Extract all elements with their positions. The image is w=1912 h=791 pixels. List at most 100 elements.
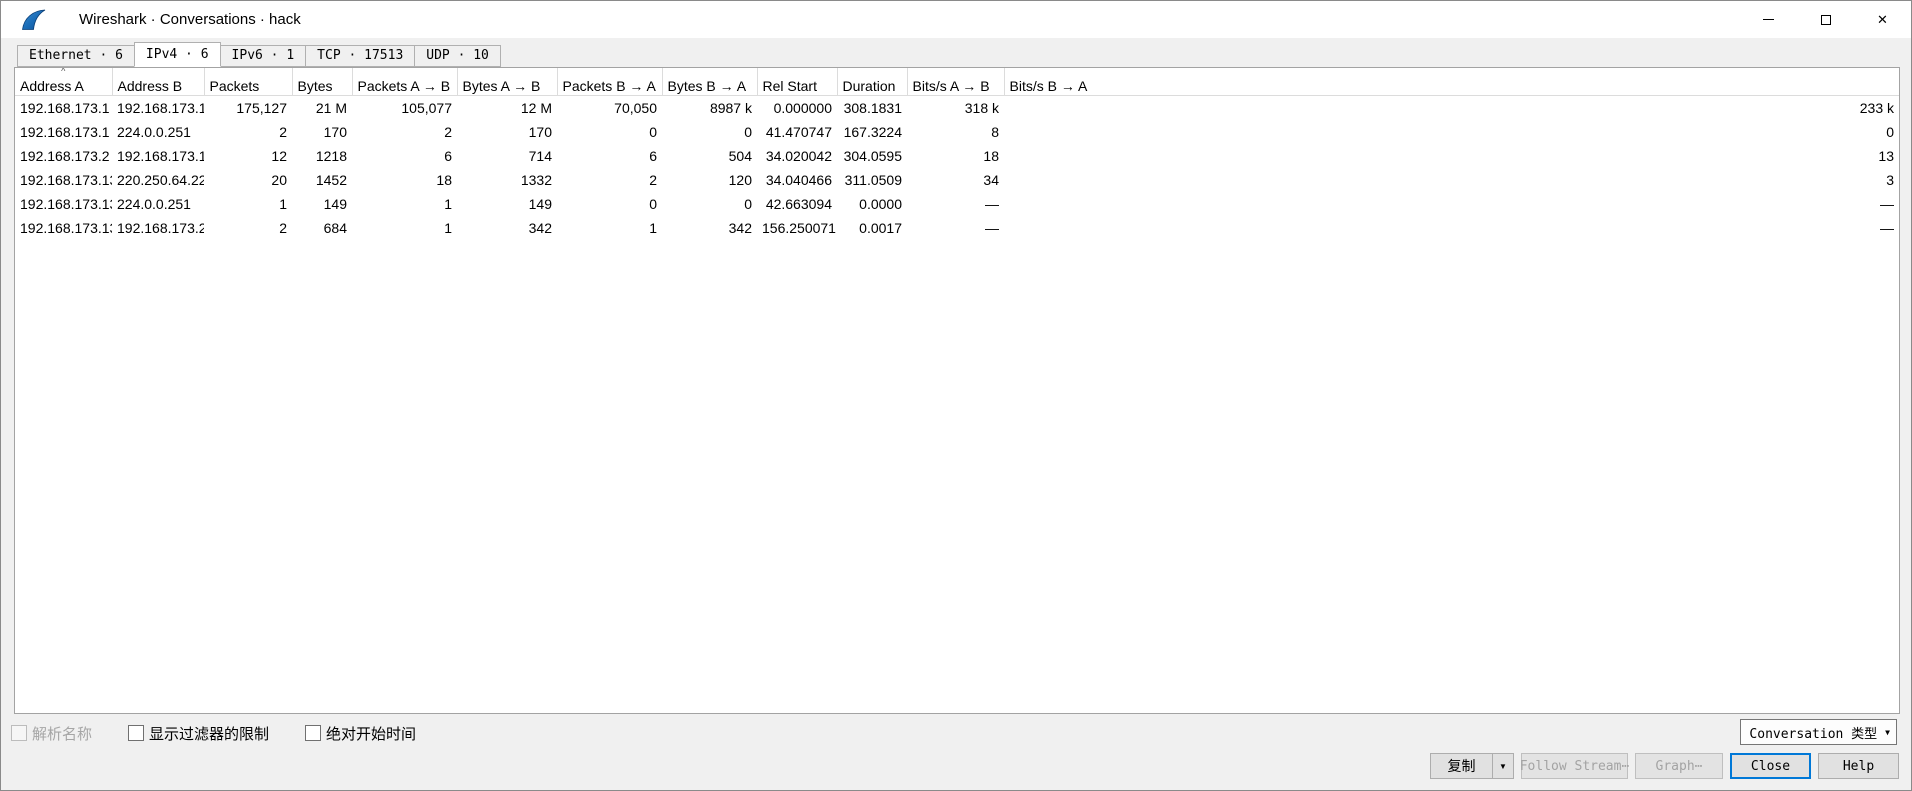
- cell-address_b[interactable]: 220.250.64.225: [112, 168, 204, 192]
- cell-bits_ba[interactable]: 3: [1004, 168, 1899, 192]
- cell-packets_ba[interactable]: 1: [557, 216, 662, 240]
- cell-packets[interactable]: 20: [204, 168, 292, 192]
- column-header-packets[interactable]: Packets: [204, 68, 292, 95]
- cell-address_b[interactable]: 192.168.173.134: [112, 95, 204, 120]
- cell-bytes_ba[interactable]: 0: [662, 120, 757, 144]
- cell-bits_ab[interactable]: 8: [907, 120, 1004, 144]
- cell-packets[interactable]: 1: [204, 192, 292, 216]
- cell-packets[interactable]: 12: [204, 144, 292, 168]
- cell-packets_ab[interactable]: 6: [352, 144, 457, 168]
- column-header-address_b[interactable]: Address B: [112, 68, 204, 95]
- graph-button[interactable]: Graph⋯: [1635, 753, 1723, 779]
- conversation-row[interactable]: 192.168.173.1192.168.173.134175,12721 M1…: [15, 95, 1899, 120]
- cell-packets_ba[interactable]: 2: [557, 168, 662, 192]
- cell-address_b[interactable]: 224.0.0.251: [112, 120, 204, 144]
- cell-address_a[interactable]: 192.168.173.134: [15, 168, 112, 192]
- conversation-row[interactable]: 192.168.173.2192.168.173.134121218671465…: [15, 144, 1899, 168]
- cell-packets_ab[interactable]: 105,077: [352, 95, 457, 120]
- conversation-row[interactable]: 192.168.173.134220.250.64.22520145218133…: [15, 168, 1899, 192]
- cell-bits_ab[interactable]: 18: [907, 144, 1004, 168]
- cell-address_b[interactable]: 224.0.0.251: [112, 192, 204, 216]
- cell-bits_ab[interactable]: —: [907, 192, 1004, 216]
- cell-address_a[interactable]: 192.168.173.134: [15, 216, 112, 240]
- cell-bytes_ab[interactable]: 342: [457, 216, 557, 240]
- cell-packets_ba[interactable]: 6: [557, 144, 662, 168]
- cell-packets[interactable]: 175,127: [204, 95, 292, 120]
- cell-packets_ba[interactable]: 0: [557, 192, 662, 216]
- help-button[interactable]: Help: [1818, 753, 1899, 779]
- cell-duration[interactable]: 311.0509: [837, 168, 907, 192]
- cell-bits_ab[interactable]: 318 k: [907, 95, 1004, 120]
- cell-bytes[interactable]: 1452: [292, 168, 352, 192]
- cell-bits_ba[interactable]: —: [1004, 192, 1899, 216]
- tab-ipv6[interactable]: IPv6 · 1: [220, 45, 307, 67]
- cell-bytes_ab[interactable]: 1332: [457, 168, 557, 192]
- cell-bytes_ba[interactable]: 342: [662, 216, 757, 240]
- conversation-row[interactable]: 192.168.173.134224.0.0.251114911490042.6…: [15, 192, 1899, 216]
- cell-rel_start[interactable]: 41.470747: [757, 120, 837, 144]
- cell-address_a[interactable]: 192.168.173.1: [15, 120, 112, 144]
- tab-udp[interactable]: UDP · 10: [414, 45, 501, 67]
- tab-ethernet[interactable]: Ethernet · 6: [17, 45, 135, 67]
- cell-bits_ba[interactable]: 0: [1004, 120, 1899, 144]
- close-window-button[interactable]: ✕: [1854, 1, 1911, 38]
- cell-duration[interactable]: 0.0000: [837, 192, 907, 216]
- cell-duration[interactable]: 0.0017: [837, 216, 907, 240]
- cell-address_a[interactable]: 192.168.173.1: [15, 95, 112, 120]
- conversation-row[interactable]: 192.168.173.1224.0.0.251217021700041.470…: [15, 120, 1899, 144]
- cell-bytes_ab[interactable]: 149: [457, 192, 557, 216]
- cell-packets[interactable]: 2: [204, 216, 292, 240]
- cell-bytes_ba[interactable]: 8987 k: [662, 95, 757, 120]
- copy-dropdown-arrow-icon[interactable]: ▼: [1492, 754, 1513, 778]
- cell-bytes[interactable]: 684: [292, 216, 352, 240]
- cell-bits_ba[interactable]: 13: [1004, 144, 1899, 168]
- cell-packets_ba[interactable]: 0: [557, 120, 662, 144]
- cell-duration[interactable]: 167.3224: [837, 120, 907, 144]
- copy-button[interactable]: 复制 ▼: [1430, 753, 1514, 779]
- cell-bytes[interactable]: 1218: [292, 144, 352, 168]
- maximize-button[interactable]: [1797, 1, 1854, 38]
- column-header-bits_ab[interactable]: Bits/s A → B: [907, 68, 1004, 95]
- cell-packets_ab[interactable]: 18: [352, 168, 457, 192]
- cell-bytes[interactable]: 21 M: [292, 95, 352, 120]
- cell-address_b[interactable]: 192.168.173.254: [112, 216, 204, 240]
- absolute-start-time-checkbox[interactable]: 绝对开始时间: [305, 723, 416, 744]
- cell-bytes_ab[interactable]: 12 M: [457, 95, 557, 120]
- column-header-bytes_ba[interactable]: Bytes B → A: [662, 68, 757, 95]
- cell-bytes_ba[interactable]: 0: [662, 192, 757, 216]
- cell-rel_start[interactable]: 0.000000: [757, 95, 837, 120]
- minimize-button[interactable]: [1740, 1, 1797, 38]
- column-header-rel_start[interactable]: Rel Start: [757, 68, 837, 95]
- cell-packets_ab[interactable]: 1: [352, 216, 457, 240]
- cell-rel_start[interactable]: 34.020042: [757, 144, 837, 168]
- column-header-packets_ab[interactable]: Packets A → B: [352, 68, 457, 95]
- column-header-address_a[interactable]: Address A^: [15, 68, 112, 95]
- cell-packets[interactable]: 2: [204, 120, 292, 144]
- cell-bytes_ab[interactable]: 714: [457, 144, 557, 168]
- cell-packets_ab[interactable]: 2: [352, 120, 457, 144]
- conversation-row[interactable]: 192.168.173.134192.168.173.2542684134213…: [15, 216, 1899, 240]
- cell-bytes_ba[interactable]: 120: [662, 168, 757, 192]
- cell-bits_ba[interactable]: 233 k: [1004, 95, 1899, 120]
- conversation-type-button[interactable]: Conversation 类型 ▼: [1740, 719, 1897, 745]
- cell-duration[interactable]: 308.1831: [837, 95, 907, 120]
- cell-packets_ba[interactable]: 70,050: [557, 95, 662, 120]
- cell-bytes_ba[interactable]: 504: [662, 144, 757, 168]
- column-header-packets_ba[interactable]: Packets B → A: [557, 68, 662, 95]
- cell-address_b[interactable]: 192.168.173.134: [112, 144, 204, 168]
- close-dialog-button[interactable]: Close: [1730, 753, 1811, 779]
- limit-to-filter-checkbox[interactable]: 显示过滤器的限制: [128, 723, 269, 744]
- cell-bytes[interactable]: 149: [292, 192, 352, 216]
- cell-rel_start[interactable]: 34.040466: [757, 168, 837, 192]
- column-header-bits_ba[interactable]: Bits/s B → A: [1004, 68, 1899, 95]
- cell-rel_start[interactable]: 42.663094: [757, 192, 837, 216]
- resolve-names-checkbox[interactable]: 解析名称: [11, 723, 92, 744]
- tab-tcp[interactable]: TCP · 17513: [305, 45, 415, 67]
- cell-bytes[interactable]: 170: [292, 120, 352, 144]
- follow-stream-button[interactable]: Follow Stream⋯: [1521, 753, 1628, 779]
- cell-packets_ab[interactable]: 1: [352, 192, 457, 216]
- column-header-bytes[interactable]: Bytes: [292, 68, 352, 95]
- cell-rel_start[interactable]: 156.250071: [757, 216, 837, 240]
- column-header-bytes_ab[interactable]: Bytes A → B: [457, 68, 557, 95]
- cell-address_a[interactable]: 192.168.173.134: [15, 192, 112, 216]
